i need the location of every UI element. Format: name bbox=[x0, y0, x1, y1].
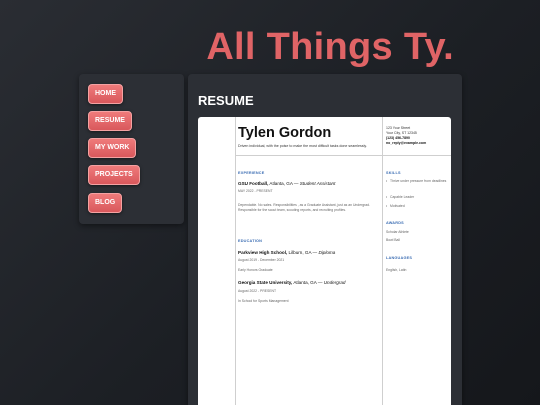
school-note: Early Honors Graduate bbox=[238, 268, 273, 272]
skill-item: Capable Leader bbox=[386, 195, 448, 200]
job-org: GSU Football, bbox=[238, 181, 269, 186]
resume-document[interactable]: Tylen Gordon Driven individual, with the… bbox=[198, 117, 451, 405]
nav-home-button[interactable]: HOME bbox=[88, 84, 123, 104]
job-role: Student Assistant bbox=[299, 181, 336, 186]
languages-text: English, Latin bbox=[386, 268, 407, 272]
contact-city: Your City, ST 12345 bbox=[386, 131, 417, 135]
education-school-title: Georgia State University, Atlanta, GA — … bbox=[238, 280, 345, 285]
page-title: RESUME bbox=[198, 93, 254, 108]
school-org: Parkview High School, bbox=[238, 250, 288, 255]
school-role: Diploma bbox=[318, 250, 336, 255]
awards-heading: AWARDS bbox=[386, 221, 404, 225]
school-place: Atlanta, GA — bbox=[292, 280, 324, 285]
job-description: Dependable. No sales. Responsibilities ,… bbox=[238, 203, 370, 212]
school-role: Undergrad bbox=[323, 280, 346, 285]
resume-column-divider bbox=[382, 117, 383, 405]
nav-resume-button[interactable]: RESUME bbox=[88, 111, 132, 131]
site-title: All Things Ty. bbox=[206, 26, 454, 68]
skill-item: Thrive under pressure from deadlines bbox=[386, 179, 448, 184]
education-heading: EDUCATION bbox=[238, 239, 263, 243]
main-panel: RESUME Tylen Gordon Driven individual, w… bbox=[188, 74, 462, 405]
school-place: Lilburn, GA — bbox=[287, 250, 319, 255]
resume-left-rule bbox=[235, 117, 236, 405]
skill-item: Motivated bbox=[386, 204, 448, 209]
school-org: Georgia State University, bbox=[238, 280, 293, 285]
school-dates: August 2019 - December 2021 bbox=[238, 258, 285, 262]
nav-blog-button[interactable]: BLOG bbox=[88, 193, 123, 213]
resume-summary: Driven individual, with the poise to mak… bbox=[238, 144, 367, 148]
school-dates: August 2022 - PRESENT bbox=[238, 289, 277, 293]
nav-projects-button[interactable]: PROJECTS bbox=[88, 165, 140, 185]
nav-my-work-button[interactable]: MY WORK bbox=[88, 138, 137, 158]
award-item: Scholar Athlete bbox=[386, 230, 409, 234]
resume-header-divider bbox=[235, 155, 451, 156]
contact-phone: (123) 456-7890 bbox=[386, 136, 410, 140]
contact-street: 123 Your Street bbox=[386, 126, 411, 130]
sidebar-nav: HOME RESUME MY WORK PROJECTS BLOG bbox=[79, 74, 184, 224]
education-school-title: Parkview High School, Lilburn, GA — Dipl… bbox=[238, 250, 335, 255]
languages-heading: LANGUAGES bbox=[386, 256, 413, 260]
experience-job-title: GSU Football, Atlanta, GA — Student Assi… bbox=[238, 181, 335, 186]
contact-email: no_reply@example.com bbox=[386, 141, 427, 145]
award-item: Bowl Ball bbox=[386, 238, 400, 242]
experience-heading: EXPERIENCE bbox=[238, 171, 265, 175]
school-note: In School for Sports Management bbox=[238, 299, 289, 303]
job-place: Atlanta, GA — bbox=[268, 181, 300, 186]
job-dates: MAY 2022 - PRESENT bbox=[238, 189, 273, 193]
skills-heading: SKILLS bbox=[386, 171, 401, 175]
resume-name: Tylen Gordon bbox=[238, 125, 332, 141]
